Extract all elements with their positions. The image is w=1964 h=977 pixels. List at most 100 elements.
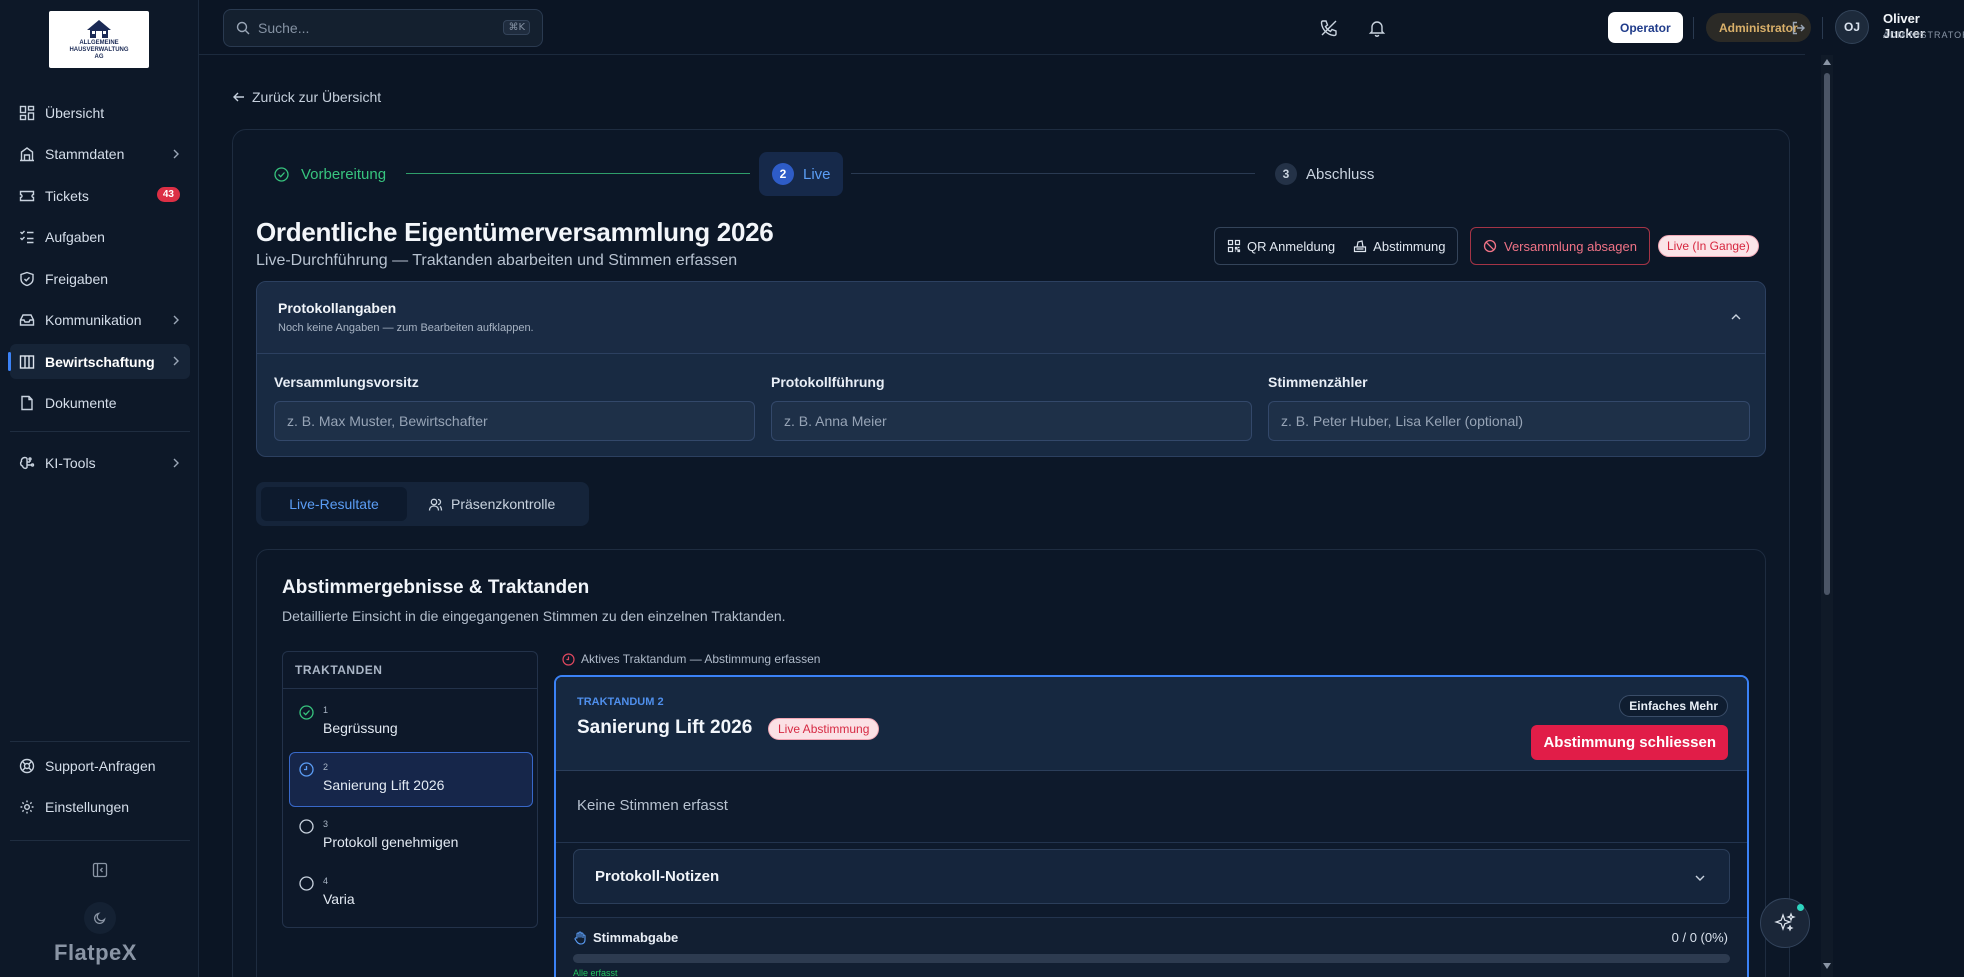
agenda-item-number: 2 <box>323 762 329 772</box>
page-scrollbar[interactable] <box>1821 55 1833 977</box>
columns-icon <box>19 354 35 370</box>
chair-input[interactable] <box>274 401 755 441</box>
agenda-item-4[interactable]: 4 Varia <box>289 866 533 921</box>
back-link[interactable]: Zurück zur Übersicht <box>232 89 381 105</box>
ban-icon <box>1483 239 1497 253</box>
sidebar-item-label: Freigaben <box>45 270 109 287</box>
company-logo[interactable]: ALLGEMEINE HAUSVERWALTUNG AG <box>49 11 149 68</box>
vote-card-header: TRAKTANDUM 2 Sanierung Lift 2026 Live Ab… <box>556 677 1747 771</box>
step-abschluss[interactable]: 3 Abschluss <box>1275 152 1374 196</box>
protocol-details-panel: Protokollangaben Noch keine Angaben — zu… <box>256 281 1766 457</box>
no-votes-message: Keine Stimmen erfasst <box>577 797 728 814</box>
step-live[interactable]: 2 Live <box>759 152 843 196</box>
minutes-taker-label: Protokollführung <box>771 374 885 390</box>
app-root: ALLGEMEINE HAUSVERWALTUNG AG Übersicht S… <box>0 0 1964 977</box>
back-link-label: Zurück zur Übersicht <box>252 89 382 105</box>
scroll-down-arrow[interactable] <box>1823 963 1831 969</box>
action-button-group: QR Anmeldung Abstimmung <box>1214 227 1459 265</box>
clock-icon <box>299 762 314 777</box>
sidebar-item-ki-tools[interactable]: KI-Tools <box>10 446 190 481</box>
shield-icon <box>19 271 35 287</box>
ai-assistant-button[interactable] <box>1760 898 1810 948</box>
sidebar-item-aufgaben[interactable]: Aufgaben <box>10 220 190 255</box>
sidebar-item-kommunikation[interactable]: Kommunikation <box>10 303 190 338</box>
sidebar-item-label: Einstellungen <box>45 799 130 815</box>
agenda-item-2[interactable]: 2 Sanierung Lift 2026 <box>289 752 533 807</box>
chevron-up-icon[interactable] <box>1729 310 1743 324</box>
step-vorbereitung[interactable]: Vorbereitung <box>274 152 386 196</box>
vote-casting-title: Stimmabgabe <box>593 930 679 945</box>
tab-presence-control[interactable]: Präsenzkontrolle <box>428 487 555 521</box>
minutes-taker-input[interactable] <box>771 401 1252 441</box>
chevron-right-icon <box>173 356 179 366</box>
sidebar-item-label: Bewirtschaftung <box>45 353 155 370</box>
search-input[interactable] <box>258 20 478 36</box>
vote-screen-button[interactable]: Abstimmung <box>1353 239 1445 254</box>
sidebar-item-stammdaten[interactable]: Stammdaten <box>10 137 190 172</box>
live-vote-badge: Live Abstimmung <box>768 718 880 740</box>
step-label: Live <box>803 165 831 183</box>
chair-label: Versammlungsvorsitz <box>274 374 419 390</box>
logout-icon[interactable] <box>1791 20 1807 36</box>
ballot-box-icon <box>1354 240 1367 253</box>
step-label: Vorbereitung <box>301 165 387 183</box>
sidebar-item-label: Tickets <box>45 187 89 204</box>
vote-count: 0 / 0 (0%) <box>1671 930 1728 945</box>
operator-button[interactable]: Operator <box>1608 12 1683 43</box>
sidebar-divider <box>10 741 190 742</box>
sidebar-item-freigaben[interactable]: Freigaben <box>10 261 190 296</box>
meeting-status-badge: Live (In Gange) <box>1658 235 1759 257</box>
protocol-details-header[interactable]: Protokollangaben Noch keine Angaben — zu… <box>257 282 1765 354</box>
vote-counter-input[interactable] <box>1268 401 1750 441</box>
sidebar-item-bewirtschaftung[interactable]: Bewirtschaftung <box>8 344 190 379</box>
logo-text-line: HAUSVERWALTUNG <box>69 46 129 53</box>
bell-icon[interactable] <box>1367 18 1387 38</box>
topbar-divider <box>1822 17 1823 39</box>
users-icon <box>428 498 443 511</box>
vote-counter-label: Stimmenzähler <box>1268 374 1368 390</box>
qr-registration-button[interactable]: QR Anmeldung <box>1227 239 1335 254</box>
agenda-item-3[interactable]: 3 Protokoll genehmigen <box>289 809 533 864</box>
sidebar-item-einstellungen[interactable]: Einstellungen <box>10 790 190 825</box>
mail-icon <box>19 312 35 328</box>
active-vote-card: TRAKTANDUM 2 Sanierung Lift 2026 Live Ab… <box>554 675 1749 977</box>
check-circle-icon <box>299 705 314 720</box>
scroll-thumb[interactable] <box>1824 73 1830 595</box>
clock-icon <box>562 652 575 666</box>
agenda-item-number: 4 <box>323 876 329 886</box>
agenda-item-1[interactable]: 1 Begrüssung <box>289 695 533 750</box>
sidebar-item-tickets[interactable]: Tickets 43 <box>10 178 190 213</box>
theme-toggle-button[interactable] <box>84 902 116 934</box>
sidebar-item-uebersicht[interactable]: Übersicht <box>10 95 190 130</box>
user-role: ADMINISTRATOR <box>1883 30 1964 40</box>
circle-icon <box>299 876 314 891</box>
protocol-notes-accordion[interactable]: Protokoll-Notizen <box>573 849 1730 904</box>
sidebar-collapse-icon[interactable] <box>92 862 108 878</box>
protocol-details-hint: Noch keine Angaben — zum Bearbeiten aufk… <box>278 322 534 334</box>
phone-off-icon[interactable] <box>1319 18 1339 38</box>
close-vote-button[interactable]: Abstimmung schliessen <box>1531 725 1728 760</box>
check-circle-icon <box>274 166 289 182</box>
tab-presence-label: Präsenzkontrolle <box>451 496 556 512</box>
scroll-up-arrow[interactable] <box>1823 59 1831 65</box>
sidebar-nav: Übersicht Stammdaten Tickets 43 Aufgaben… <box>8 95 190 487</box>
agenda-item-name: Sanierung Lift 2026 <box>323 777 445 793</box>
sidebar-item-dokumente[interactable]: Dokumente <box>10 386 190 421</box>
avatar[interactable]: OJ <box>1835 10 1869 44</box>
cancel-meeting-label: Versammlung absagen <box>1504 238 1637 254</box>
cancel-meeting-button[interactable]: Versammlung absagen <box>1470 227 1650 265</box>
vote-title: Sanierung Lift 2026 <box>577 717 753 738</box>
agenda-item-name: Begrüssung <box>323 720 398 736</box>
tickets-count-badge: 43 <box>156 187 180 202</box>
sidebar-item-label: Aufgaben <box>45 229 105 245</box>
vote-complete-note: Alle erfasst <box>573 968 618 977</box>
tab-live-results[interactable]: Live-Resultate <box>261 487 407 521</box>
protocol-details-title: Protokollangaben <box>278 300 397 316</box>
brand-wordmark: FlatpeX <box>54 940 137 965</box>
agenda-list-header: TRAKTANDEN <box>283 652 537 689</box>
agenda-item-name: Varia <box>323 891 355 907</box>
sidebar-item-support[interactable]: Support-Anfragen <box>10 748 190 783</box>
search-box[interactable]: ⌘K <box>223 9 543 47</box>
vote-screen-label: Abstimmung <box>1373 238 1446 254</box>
step-connector <box>851 173 1255 174</box>
